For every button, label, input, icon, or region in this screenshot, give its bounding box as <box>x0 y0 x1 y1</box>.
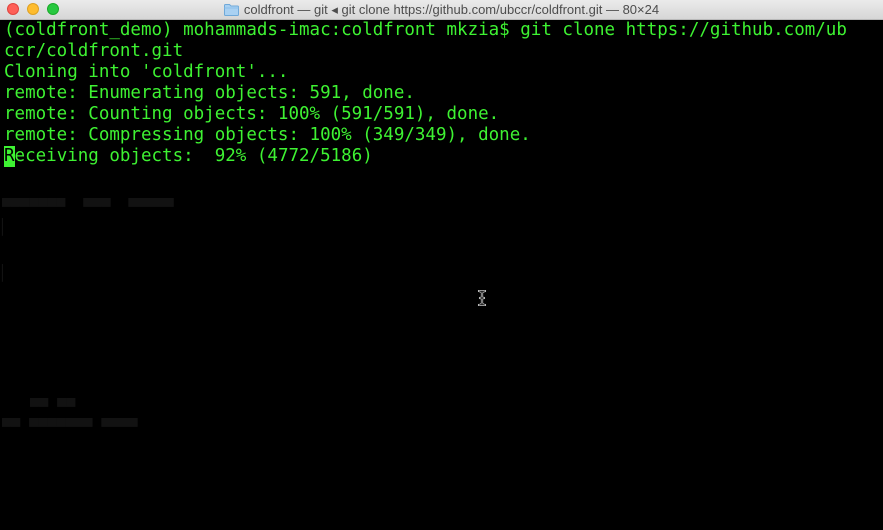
minimize-window-button[interactable] <box>27 3 39 15</box>
terminal-line-command-wrap: ccr/coldfront.git <box>4 41 184 61</box>
terminal-line-cloning: Cloning into 'coldfront'... <box>4 62 289 82</box>
terminal-window: coldfront — git ◂ git clone https://gith… <box>0 0 883 530</box>
terminal-content[interactable]: (coldfront_demo) mohammads-imac:coldfron… <box>0 20 883 530</box>
text-ibeam-cursor-icon <box>477 290 487 306</box>
title-bar[interactable]: coldfront — git ◂ git clone https://gith… <box>0 0 883 20</box>
ghost-artifact: ▏ <box>2 264 12 282</box>
folder-icon <box>223 4 239 16</box>
ghost-artifact: ▏ <box>2 218 12 236</box>
terminal-output: (coldfront_demo) mohammads-imac:coldfron… <box>4 20 847 167</box>
ghost-artifact: ▀▀ ▀▀ <box>30 398 76 416</box>
terminal-line-receiving: Receiving objects: 92% (4772/5186) <box>4 146 847 167</box>
ghost-artifact: ▀▀▀▀▀▀▀ ▀▀▀ ▀▀▀▀▀ <box>2 198 174 216</box>
terminal-line-enumerating: remote: Enumerating objects: 591, done. <box>4 83 415 103</box>
terminal-line-compressing: remote: Compressing objects: 100% (349/3… <box>4 125 531 145</box>
window-title: coldfront — git ◂ git clone https://gith… <box>243 2 660 17</box>
terminal-line-command: (coldfront_demo) mohammads-imac:coldfron… <box>4 20 847 40</box>
title-container: coldfront — git ◂ git clone https://gith… <box>0 0 883 20</box>
ghost-artifact: ▀▀ ▀▀▀▀▀▀▀ ▀▀▀▀ <box>2 418 138 436</box>
terminal-cursor: R <box>4 146 15 167</box>
zoom-window-button[interactable] <box>47 3 59 15</box>
terminal-line-counting: remote: Counting objects: 100% (591/591)… <box>4 104 500 124</box>
receiving-progress-text: eceiving objects: 92% (4772/5186) <box>14 146 373 166</box>
close-window-button[interactable] <box>7 3 19 15</box>
